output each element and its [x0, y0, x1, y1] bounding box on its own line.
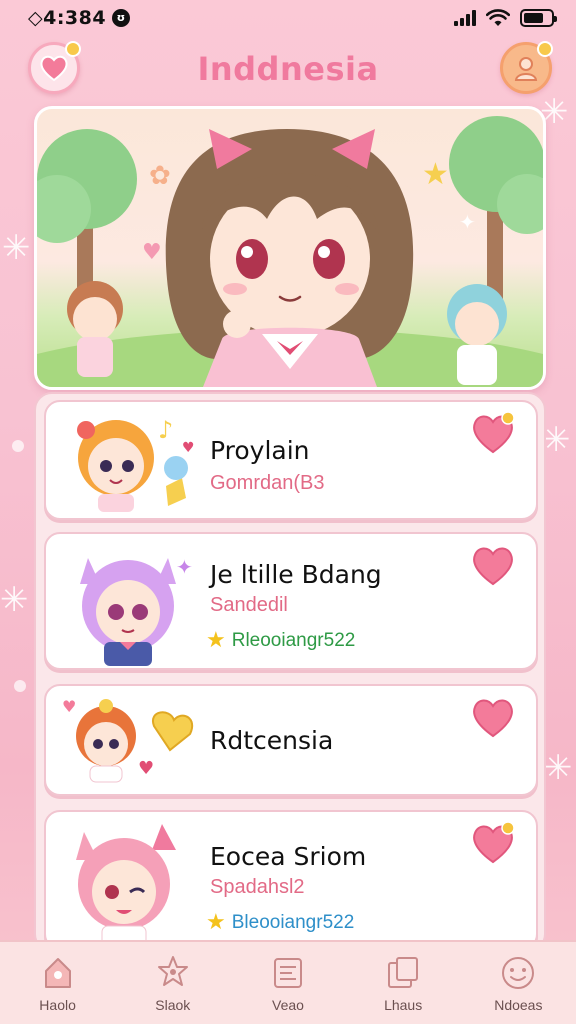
star-icon: ★ [206, 628, 226, 653]
bottom-navigation: Haolo Slaok Veao Lhaus Ndoeas [0, 940, 576, 1024]
sparkle-decoration: ✳ [542, 420, 571, 460]
heart-icon[interactable] [470, 696, 516, 740]
battery-icon [520, 9, 557, 27]
nav-item-stickers[interactable]: Slaok [123, 953, 223, 1013]
item-rating: ★ Rleooiangr522 [206, 628, 355, 653]
character-list: ♪ ♥ Proylain Gomrdan(B3 ✦ Je ltille Bdan… [34, 392, 546, 952]
sticker-icon [157, 956, 188, 986]
heart-icon [40, 55, 68, 82]
character-avatar [76, 824, 176, 946]
signal-icon [454, 10, 476, 26]
list-item[interactable]: ✦ Je ltille Bdang Sandedil ★ Rleooiangr5… [44, 532, 538, 670]
favorites-button[interactable] [28, 41, 81, 94]
sparkle-decoration: ✳ [544, 748, 573, 788]
svg-text:♥: ♥ [182, 440, 195, 456]
smile-icon [502, 957, 535, 989]
nav-label: Veao [272, 997, 304, 1013]
nav-item-gallery[interactable]: Lhaus [353, 953, 453, 1013]
video-icon [273, 958, 302, 988]
svg-text:♥: ♥ [138, 758, 154, 779]
status-time: ◇4:384 ʊ [28, 7, 131, 29]
status-indicator-badge: ʊ [112, 9, 131, 27]
item-title: Eocea Sriom [210, 842, 367, 871]
svg-text:✦: ✦ [459, 210, 476, 234]
nav-item-home[interactable]: Haolo [8, 953, 108, 1013]
gallery-icon [388, 957, 419, 988]
item-title: Rdtcensia [210, 726, 334, 755]
item-subtitle: Gomrdan(B3 [210, 472, 325, 494]
svg-text:✦: ✦ [176, 555, 193, 579]
character-avatar: ♪ ♥ [77, 416, 195, 512]
heart-icon[interactable] [470, 544, 516, 588]
nav-label: Haolo [39, 997, 76, 1013]
item-subtitle: Sandedil [210, 594, 288, 616]
list-item[interactable]: Eocea Sriom Spadahsl2 ★ Bleooiangr522 [44, 810, 538, 950]
hero-banner[interactable]: ♥ ✿ ★ ✦ [34, 106, 546, 390]
hero-illustration: ♥ ✿ ★ ✦ [37, 116, 543, 387]
nav-item-video[interactable]: Veao [238, 953, 338, 1013]
nav-item-emotes[interactable]: Ndoeas [468, 953, 568, 1013]
star-icon: ★ [206, 910, 226, 935]
item-rating-text: Bleooiangr522 [231, 911, 355, 933]
sparkle-decoration: ✳ [2, 228, 31, 268]
dot-decoration [14, 680, 26, 692]
sparkle-decoration: ✳ [0, 580, 29, 620]
heart-icon[interactable] [470, 412, 516, 456]
page-title: Inddnesia [197, 50, 379, 88]
item-subtitle: Spadahsl2 [210, 876, 305, 898]
dot-decoration [12, 440, 24, 452]
home-icon [44, 958, 71, 988]
list-item[interactable]: ♥ ♥ Rdtcensia [44, 684, 538, 796]
character-avatar: ✦ [80, 555, 193, 666]
app-header: Inddnesia [0, 36, 576, 102]
status-bar: ◇4:384 ʊ [0, 0, 576, 36]
item-rating-text: Rleooiangr522 [231, 629, 356, 651]
list-item[interactable]: ♪ ♥ Proylain Gomrdan(B3 [44, 400, 538, 520]
item-title: Proylain [210, 436, 310, 465]
nav-label: Lhaus [384, 997, 423, 1013]
svg-text:✿: ✿ [149, 161, 171, 191]
heart-icon[interactable] [470, 822, 516, 866]
status-icons [454, 9, 557, 27]
svg-text:♥: ♥ [62, 697, 76, 716]
wifi-icon [486, 9, 510, 26]
nav-label: Ndoeas [494, 997, 543, 1013]
item-title: Je ltille Bdang [210, 560, 382, 589]
user-icon [514, 57, 538, 81]
status-time-text: ◇4:384 [28, 7, 107, 29]
profile-button[interactable] [500, 41, 553, 94]
svg-text:♪: ♪ [158, 416, 173, 444]
svg-text:★: ★ [422, 157, 449, 192]
nav-label: Slaok [155, 997, 191, 1013]
item-rating: ★ Bleooiangr522 [206, 910, 354, 935]
svg-text:♥: ♥ [142, 240, 162, 265]
character-avatar: ♥ ♥ [62, 697, 193, 783]
